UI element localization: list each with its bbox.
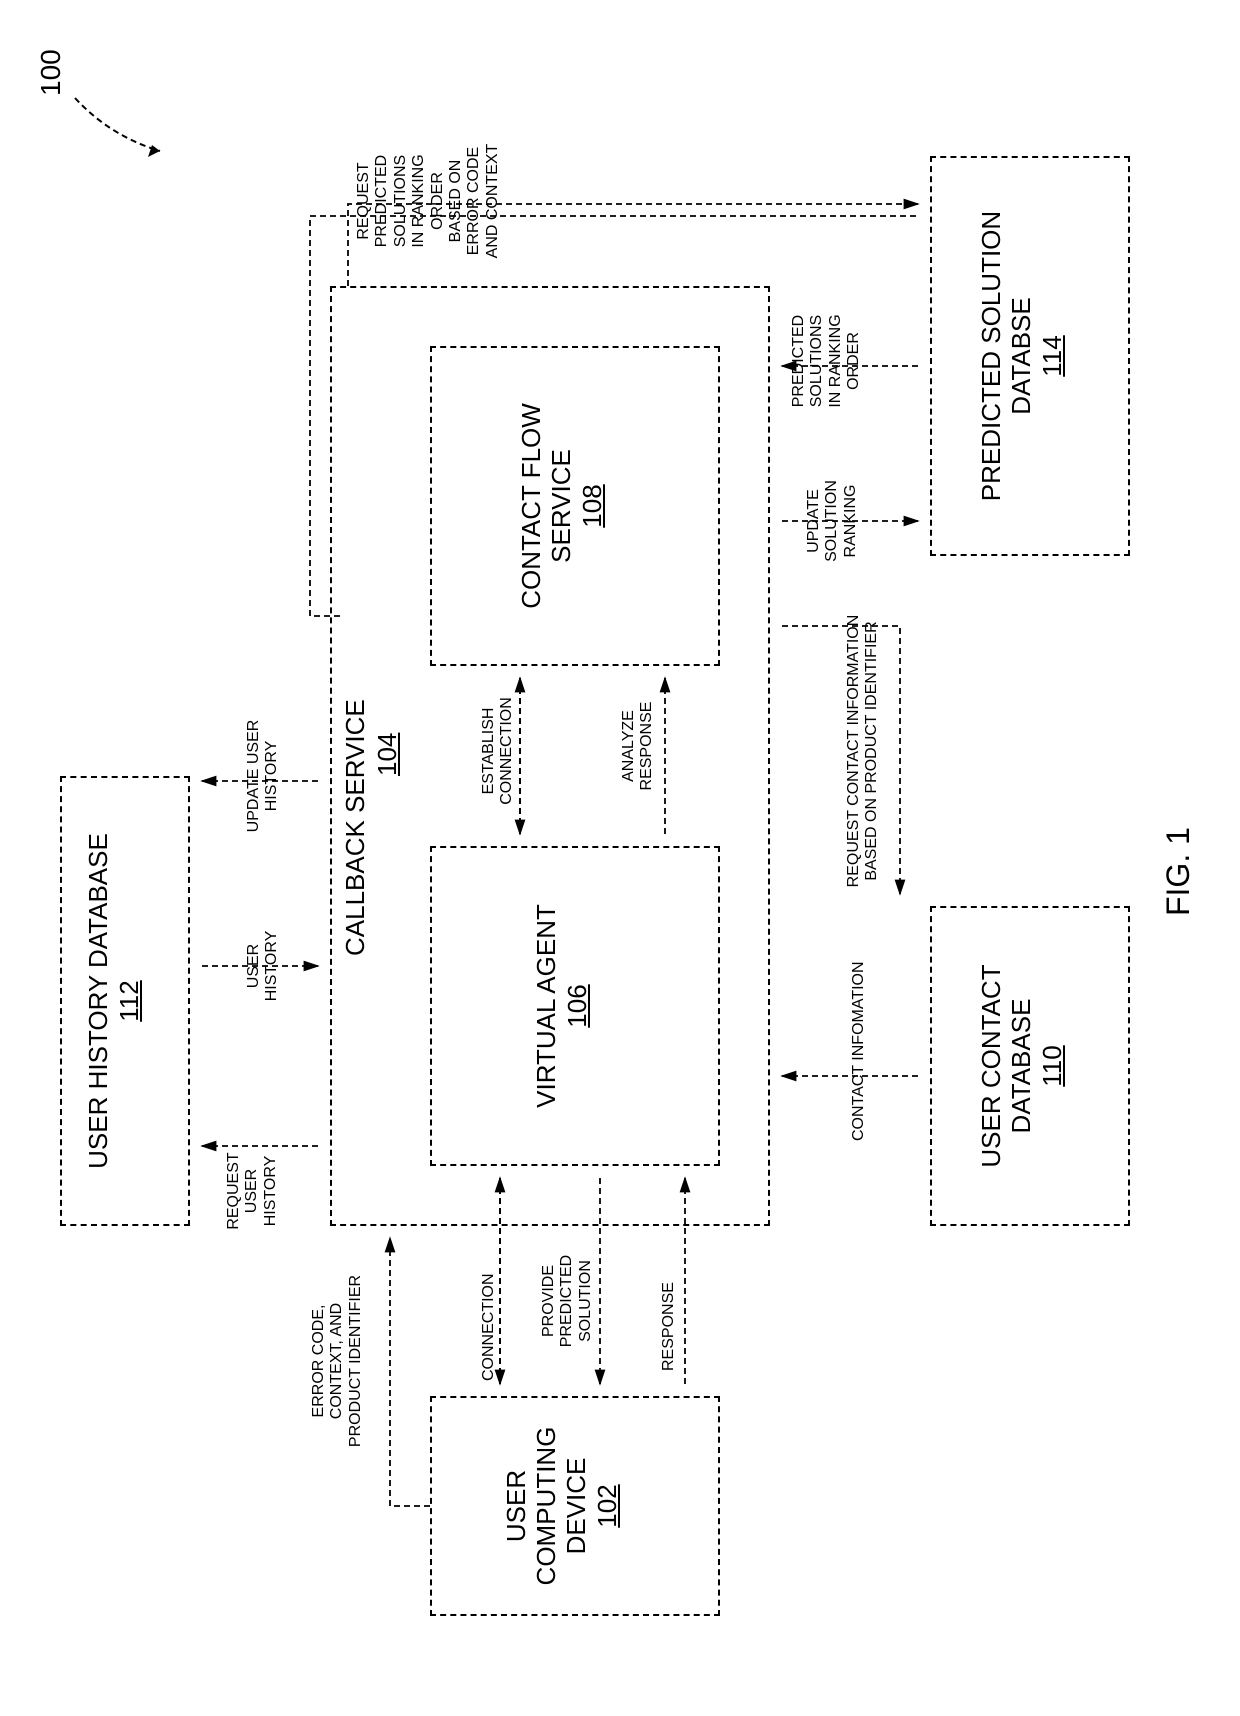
callback-num: 104 (372, 733, 403, 776)
user-history-database-box: USER HISTORY DATABASE 112 (60, 776, 190, 1226)
lbl-update-user-history: UPDATE USER HISTORY (245, 706, 282, 846)
figure-label: FIG. 1 (1160, 827, 1197, 916)
lbl-update-solution-ranking: UPDATE SOLUTION RANKING (805, 466, 860, 576)
lbl-analyze-response: ANALYZE RESPONSE (620, 686, 657, 806)
lbl-request-contact-info: REQUEST CONTACT INFORMATION BASED ON PRO… (845, 601, 882, 901)
ucdb-t2: DATABASE (1007, 908, 1037, 1224)
lbl-connection: CONNECTION (480, 1273, 498, 1381)
cfs-t2: SERVICE (547, 348, 577, 664)
ucd-t2: COMPUTING (532, 1398, 562, 1614)
ucd-num: 102 (592, 1398, 623, 1614)
va-title: VIRTUAL AGENT (532, 848, 562, 1164)
contact-flow-service-box: CONTACT FLOW SERVICE 108 (430, 346, 720, 666)
uhdb-title: USER HISTORY DATABASE (84, 778, 114, 1224)
ucd-t1: USER (502, 1398, 532, 1614)
lbl-error-code: ERROR CODE, CONTEXT, AND PRODUCT IDENTIF… (310, 1266, 365, 1456)
cfs-t1: CONTACT FLOW (517, 348, 547, 664)
lbl-provide-predicted: PROVIDE PREDICTED SOLUTION (540, 1241, 595, 1361)
user-computing-device-box: USER COMPUTING DEVICE 102 (430, 1396, 720, 1616)
virtual-agent-box: VIRTUAL AGENT 106 (430, 846, 720, 1166)
uhdb-num: 112 (114, 778, 145, 1224)
ucdb-num: 110 (1037, 908, 1068, 1224)
ucdb-t1: USER CONTACT (977, 908, 1007, 1224)
va-num: 106 (562, 848, 593, 1164)
lbl-request-user-history: REQUEST USER HISTORY (225, 1141, 280, 1241)
lbl-predicted-solutions-order: PREDICTED SOLUTIONS IN RANKING ORDER (790, 301, 864, 421)
ref-number: 100 (35, 49, 67, 96)
psdb-num: 114 (1037, 158, 1068, 554)
lbl-request-predicted-solutions: REQUEST PREDICTED SOLUTIONS IN RANKING O… (355, 136, 502, 266)
psdb-t1: PREDICTED SOLUTION (977, 158, 1007, 554)
predicted-solution-database-box: PREDICTED SOLUTION DATABSE 114 (930, 156, 1130, 556)
user-contact-database-box: USER CONTACT DATABASE 110 (930, 906, 1130, 1226)
lbl-contact-info: CONTACT INFOMATION (850, 961, 868, 1141)
lbl-user-history: USER HISTORY (245, 916, 282, 1016)
callback-title: CALLBACK SERVICE (340, 699, 371, 956)
lbl-establish-connection: ESTABLISH CONNECTION (480, 681, 517, 821)
ucd-t3: DEVICE (562, 1398, 592, 1614)
lbl-response: RESPONSE (660, 1282, 678, 1371)
cfs-num: 108 (577, 348, 608, 664)
psdb-t2: DATABSE (1007, 158, 1037, 554)
